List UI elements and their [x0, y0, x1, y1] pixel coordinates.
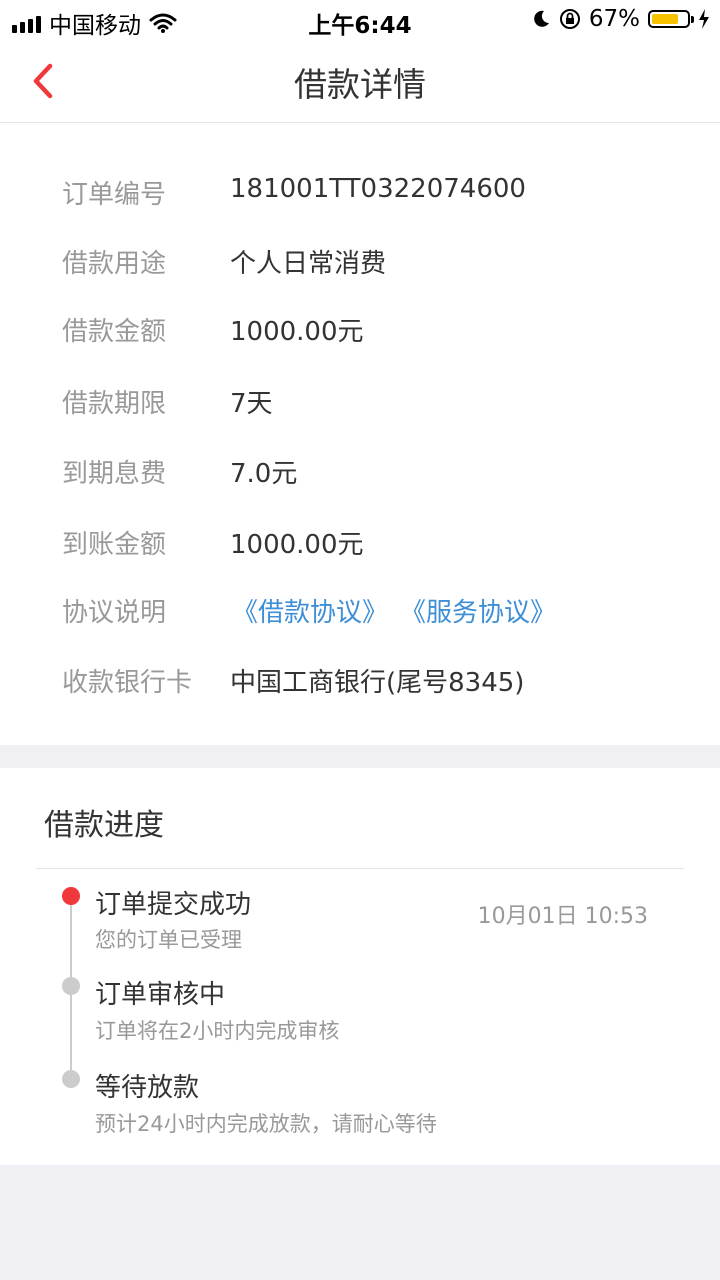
- detail-value: 个人日常消费: [230, 249, 387, 279]
- step-subtitle: 预计24小时内完成放款，请耐心等待: [95, 1112, 437, 1136]
- detail-row-amount: 借款金额 1000.00元: [0, 311, 720, 351]
- detail-row-term: 借款期限 7天: [0, 383, 720, 423]
- progress-title: 借款进度: [44, 808, 164, 843]
- status-right: 67%: [531, 6, 710, 32]
- detail-value: 7天: [230, 389, 273, 419]
- step-subtitle: 订单将在2小时内完成审核: [95, 1019, 340, 1043]
- loan-progress-section: 借款进度 订单提交成功 10月01日 10:53 您的订单已受理 订单审核中 订…: [0, 768, 720, 1165]
- detail-value: 181001TT0322074600: [230, 174, 526, 204]
- detail-value: 1000.00元: [230, 530, 364, 560]
- detail-label: 借款期限: [62, 389, 167, 419]
- timeline-dot: [62, 977, 80, 995]
- detail-label: 借款金额: [62, 317, 167, 347]
- step-title: 等待放款: [95, 1073, 200, 1103]
- detail-row-agreements: 协议说明 《借款协议》 《服务协议》: [0, 592, 720, 632]
- step-title: 订单提交成功: [95, 890, 252, 920]
- divider: [36, 868, 684, 869]
- step-time: 10月01日 10:53: [477, 904, 648, 929]
- status-bar: 中国移动 上午6:44 67%: [0, 0, 720, 40]
- loan-details-section: 订单编号 181001TT0322074600 借款用途 个人日常消费 借款金额…: [0, 123, 720, 745]
- step-title: 订单审核中: [95, 980, 226, 1010]
- charging-icon: [699, 9, 709, 29]
- detail-value: 1000.00元: [230, 317, 364, 347]
- detail-label: 到账金额: [62, 530, 167, 560]
- detail-label: 借款用途: [62, 249, 167, 279]
- battery-icon: [648, 10, 694, 28]
- detail-row-bank-card: 收款银行卡 中国工商银行(尾号8345): [0, 662, 720, 702]
- detail-row-received-amount: 到账金额 1000.00元: [0, 524, 720, 564]
- detail-row-interest: 到期息费 7.0元: [0, 453, 720, 493]
- moon-icon: [534, 10, 549, 27]
- loan-agreement-link[interactable]: 《借款协议》: [232, 592, 388, 629]
- detail-row-purpose: 借款用途 个人日常消费: [0, 243, 720, 283]
- detail-value: 中国工商银行(尾号8345): [230, 668, 525, 698]
- detail-label: 订单编号: [62, 180, 167, 210]
- detail-label: 协议说明: [62, 598, 167, 628]
- timeline-dot: [62, 1070, 80, 1088]
- service-agreement-link[interactable]: 《服务协议》: [400, 592, 556, 629]
- detail-label: 收款银行卡: [62, 668, 193, 698]
- timeline-dot-active: [62, 887, 80, 905]
- detail-label: 到期息费: [62, 459, 167, 489]
- battery-percent: 67%: [588, 6, 640, 32]
- detail-value: 7.0元: [230, 459, 298, 489]
- nav-bar: 借款详情: [0, 40, 720, 123]
- page-title: 借款详情: [294, 65, 426, 104]
- detail-row-order-number: 订单编号 181001TT0322074600: [0, 174, 720, 214]
- orientation-lock-icon: [559, 9, 580, 29]
- step-subtitle: 您的订单已受理: [95, 928, 242, 952]
